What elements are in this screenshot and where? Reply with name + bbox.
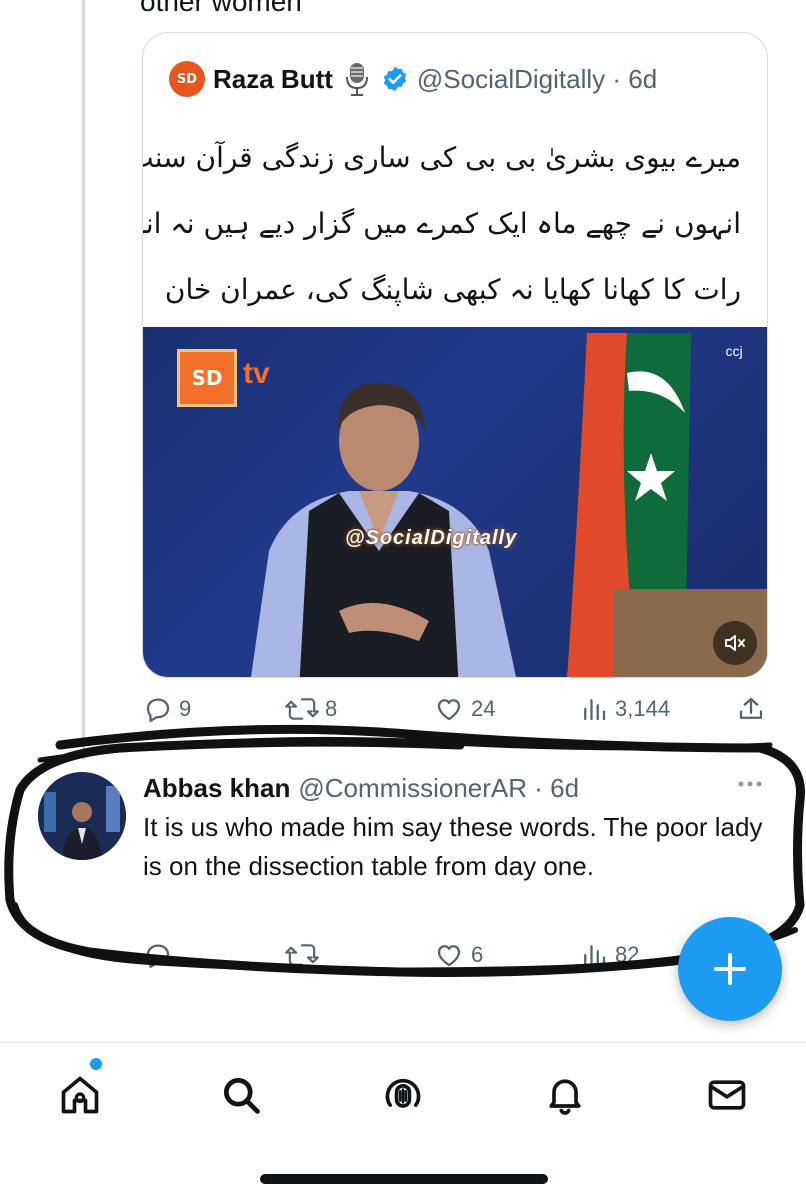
reply-like-count: 6 bbox=[471, 942, 484, 967]
reply-text: It is us who made him say these words. T… bbox=[143, 812, 763, 881]
video-watermark: @SocialDigitally bbox=[345, 527, 518, 549]
retweet-count: 8 bbox=[325, 696, 338, 721]
tab-search[interactable] bbox=[213, 1067, 269, 1123]
views-button[interactable]: 3,144 bbox=[579, 694, 670, 724]
channel-logo: SD bbox=[177, 349, 237, 407]
spaces-icon bbox=[385, 1078, 421, 1108]
reply-author-avatar[interactable] bbox=[38, 772, 126, 860]
quoted-author-name[interactable]: Raza Butt bbox=[213, 64, 333, 95]
reply-author-handle-time[interactable]: @CommissionerAR · 6d bbox=[298, 773, 579, 804]
reply-icon bbox=[146, 944, 170, 968]
video-thumbnail-person bbox=[251, 382, 516, 677]
quoted-text-line: میرے بیوی بشریٰ بی بی کی ساری زندگی قرآن… bbox=[143, 141, 741, 174]
compose-tweet-button[interactable] bbox=[678, 917, 782, 1021]
retweet-icon bbox=[285, 944, 319, 966]
tweet-action-bar: 9 8 24 3,144 bbox=[0, 690, 806, 730]
thread-line bbox=[82, 0, 85, 760]
quoted-tweet-header: SD Raza Butt @SocialDigitally · 6d bbox=[169, 59, 657, 99]
notifications-icon bbox=[549, 1079, 581, 1115]
home-icon bbox=[61, 1076, 99, 1114]
tab-notifications[interactable] bbox=[537, 1067, 593, 1123]
quoted-tweet-card[interactable]: SD Raza Butt @SocialDigitally · 6d میرے … bbox=[142, 32, 768, 678]
reply-count: 9 bbox=[179, 696, 192, 721]
tab-spaces[interactable] bbox=[375, 1067, 431, 1123]
video-corner-logo: ccj bbox=[725, 343, 743, 359]
share-icon bbox=[739, 697, 763, 719]
quoted-video-player[interactable]: SD tv @SocialDigitally ccj bbox=[143, 327, 767, 677]
views-icon bbox=[584, 945, 606, 967]
share-button[interactable] bbox=[736, 694, 766, 724]
home-notification-dot bbox=[90, 1058, 102, 1070]
reply-views-button[interactable]: 82 bbox=[579, 940, 639, 970]
heart-icon bbox=[437, 699, 461, 721]
reply-author-name[interactable]: Abbas khan bbox=[143, 773, 290, 804]
quoted-text-line: رات کا کھانا کھایا نہ کبھی شاپنگ کی، عمر… bbox=[164, 273, 741, 306]
previous-tweet-text-cut: other women bbox=[140, 0, 302, 17]
reply-button[interactable]: 9 bbox=[143, 694, 191, 724]
quoted-tweet-text: میرے بیوی بشریٰ بی بی کی ساری زندگی قرآن… bbox=[143, 125, 767, 323]
more-options-icon[interactable] bbox=[736, 774, 764, 794]
like-count: 24 bbox=[471, 696, 496, 721]
reply-header: Abbas khan @CommissionerAR · 6d bbox=[143, 770, 579, 806]
search-icon bbox=[223, 1077, 260, 1114]
plus-icon bbox=[714, 953, 746, 985]
like-button[interactable]: 24 bbox=[433, 694, 495, 724]
speaker-muted-icon bbox=[725, 635, 745, 651]
heart-icon bbox=[437, 945, 461, 967]
reply-views-count: 82 bbox=[615, 942, 640, 967]
views-count: 3,144 bbox=[615, 696, 671, 721]
retweet-icon bbox=[285, 698, 319, 720]
reply-icon bbox=[146, 698, 170, 722]
reply-like-button[interactable]: 6 bbox=[433, 940, 483, 970]
quoted-text-line: انہوں نے چھے ماہ ایک کمرے میں گزار دیے ہ… bbox=[143, 207, 741, 240]
tab-home[interactable] bbox=[52, 1067, 108, 1123]
quoted-author-handle-time[interactable]: @SocialDigitally · 6d bbox=[417, 64, 657, 95]
tab-messages[interactable] bbox=[699, 1067, 755, 1123]
retweet-button[interactable]: 8 bbox=[285, 694, 337, 724]
reply-reply-button[interactable] bbox=[143, 940, 173, 970]
messages-icon bbox=[708, 1080, 746, 1110]
avatar-photo bbox=[38, 772, 126, 860]
mute-button[interactable] bbox=[713, 621, 757, 665]
microphone-icon bbox=[343, 61, 371, 97]
views-icon bbox=[584, 699, 606, 721]
verified-badge-icon bbox=[381, 65, 409, 93]
channel-logo-suffix: tv bbox=[243, 357, 270, 390]
reply-retweet-button[interactable] bbox=[285, 940, 319, 970]
home-indicator bbox=[260, 1174, 548, 1184]
quoted-author-avatar[interactable]: SD bbox=[169, 61, 205, 97]
